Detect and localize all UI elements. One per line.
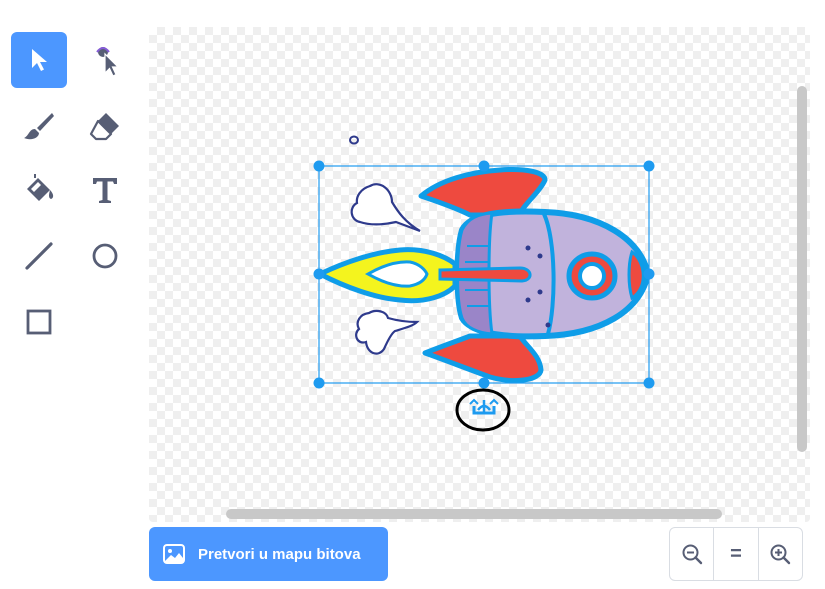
resize-handle-bottom-right [643, 377, 655, 389]
zoom-in-button[interactable] [757, 528, 802, 580]
vertical-scrollbar[interactable] [797, 86, 807, 452]
smoke-puff-bottom [355, 309, 420, 355]
smoke-puff-top [350, 183, 421, 233]
resize-handle-bottom [478, 377, 490, 389]
rocket-top-fin [418, 167, 548, 218]
image-icon [163, 543, 185, 565]
zoom-controls: = [669, 527, 803, 581]
zoom-out-button[interactable] [670, 528, 713, 580]
zoom-reset-label: = [730, 542, 742, 565]
rocket-sprite-layer [313, 135, 655, 432]
zoom-in-icon [770, 544, 791, 565]
convert-button-label: Pretvori u mapu bitova [198, 545, 361, 563]
resize-handle-right [643, 268, 655, 280]
zoom-reset-button[interactable]: = [713, 528, 757, 580]
rotation-handle-icon[interactable] [469, 398, 499, 415]
small-bubble [349, 135, 359, 145]
resize-handle-top-right [643, 160, 655, 172]
zoom-out-icon [682, 544, 702, 565]
rocket-flame [317, 247, 458, 304]
resize-handle-left [313, 268, 325, 280]
resize-handle-top [478, 160, 490, 172]
horizontal-scrollbar[interactable] [226, 509, 722, 519]
convert-to-bitmap-button[interactable]: Pretvori u mapu bitova [149, 527, 388, 581]
rocket-bottom-fin [422, 333, 544, 383]
resize-handle-bottom-left [313, 377, 325, 389]
resize-handle-top-left [313, 160, 325, 172]
rocket-body [438, 208, 651, 340]
